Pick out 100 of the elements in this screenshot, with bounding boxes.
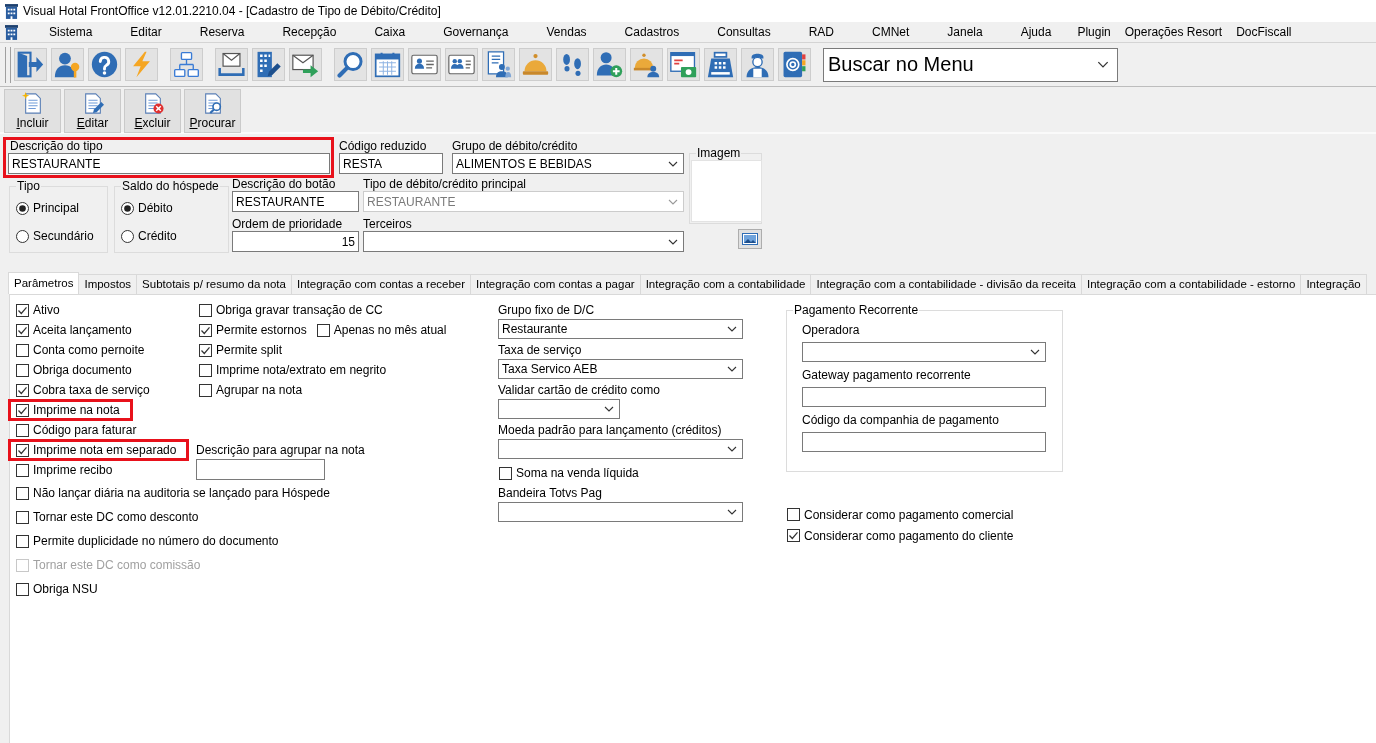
dropdown[interactable] [363,231,684,252]
dropdown[interactable]: Restaurante [498,319,743,339]
checkbox[interactable] [16,443,29,457]
checkbox[interactable] [787,529,800,542]
toolbar-button[interactable] [371,48,404,81]
checkbox[interactable] [16,534,29,548]
menu-item[interactable]: RAD [789,22,853,42]
dropdown[interactable] [498,439,743,459]
checkbox[interactable] [16,582,29,596]
checkbox[interactable] [16,323,29,337]
dropdown[interactable] [498,502,743,522]
checkbox[interactable] [16,510,29,524]
checkbox-label: Não lançar diária na auditoria se lançado para Hóspede [33,486,330,500]
menu-item[interactable]: DocFiscall [1229,22,1299,42]
checkbox[interactable] [199,363,212,377]
toolbar-button[interactable] [556,48,589,81]
checkbox-label: Permite duplicidade no número do documento [33,534,279,548]
toolbar-button[interactable] [630,48,663,81]
menu-item[interactable]: Governança [424,22,528,42]
menu-item[interactable]: Janela [928,22,1002,42]
text-field[interactable]: RESTAURANTE [232,191,359,212]
menu-search-combo[interactable]: Buscar no Menu [823,47,1118,82]
menu-item[interactable]: Operações Resort [1117,22,1230,42]
menu-item[interactable]: Editar [111,22,181,42]
checkbox-label: Obriga gravar transação de CC [216,303,383,317]
checkbox[interactable] [499,466,512,480]
checkbox-label: Permite estornos [216,323,307,337]
toolbar-button[interactable] [334,48,367,81]
toolbar-button[interactable] [445,48,478,81]
dropdown[interactable]: ALIMENTOS E BEBIDAS [452,153,684,174]
window-title: Visual Hotal FrontOffice v12.01.2210.04 - [Cadastro de Tipo de Débito/Crédito] [23,4,441,18]
field-label: Operadora [802,323,861,337]
toolbar-button[interactable] [252,48,285,81]
tab[interactable]: Parâmetros [8,272,80,294]
toolbar-button[interactable] [170,48,203,81]
grip-handle[interactable] [5,46,11,83]
text-field[interactable]: RESTAURANTE [8,153,330,174]
toolbar-button[interactable] [593,48,626,81]
checkbox[interactable] [16,363,29,377]
checkbox[interactable] [199,343,212,357]
action-button[interactable]: Excluir [124,89,181,133]
menu-item[interactable]: Plugin [1070,22,1118,42]
toolbar-button[interactable] [482,48,515,81]
toolbar-button[interactable] [741,48,774,81]
toolbar-button[interactable] [704,48,737,81]
text-field[interactable]: RESTA [339,153,443,174]
menu-item[interactable]: Consultas [698,22,790,42]
toolbar-button[interactable] [289,48,322,81]
radio-button[interactable] [16,229,29,243]
checkbox[interactable] [16,383,29,397]
checkbox[interactable] [16,486,29,500]
toolbar-button[interactable] [215,48,248,81]
menu-item[interactable]: Vendas [527,22,606,42]
menu-item[interactable]: Sistema [30,22,112,42]
menu-item[interactable]: Recepção [263,22,356,42]
toolbar-button[interactable] [88,48,121,81]
checkbox[interactable] [199,303,212,317]
text-field[interactable]: 15 [232,231,359,252]
image-button[interactable] [738,229,762,249]
menu-item[interactable]: Ajuda [1001,22,1071,42]
text-field[interactable] [802,432,1046,452]
radio-button[interactable] [121,201,134,215]
tab[interactable]: Integração [1300,274,1367,294]
checkbox[interactable] [316,323,330,337]
hotel-icon[interactable] [5,24,18,40]
checkbox[interactable] [787,508,800,521]
toolbar-button[interactable] [51,48,84,81]
action-button[interactable]: Procurar [184,89,241,133]
radio-button[interactable] [16,201,29,215]
text-field[interactable] [196,459,325,480]
toolbar-button[interactable] [778,48,811,81]
toolbar-button[interactable] [667,48,700,81]
radio-button[interactable] [121,229,134,243]
menu-item[interactable]: Cadastros [605,22,699,42]
checkbox[interactable] [16,463,29,477]
checkbox[interactable] [16,343,29,357]
action-button[interactable]: Editar [64,89,121,133]
action-button[interactable]: Incluir [4,89,61,133]
dropdown[interactable]: Taxa Servico AEB [498,359,743,379]
field-label: Taxa de serviço [498,343,582,357]
menu-item[interactable]: Caixa [355,22,425,42]
hotel-icon [5,3,18,19]
chevron-down-icon [727,326,737,332]
chevron-down-icon [1097,61,1109,68]
checkbox[interactable] [16,303,29,317]
field-label: Gateway pagamento recorrente [802,368,972,382]
checkbox[interactable] [199,383,212,397]
group-title: Pagamento Recorrente [793,303,920,317]
checkbox[interactable] [199,323,212,337]
dropdown[interactable] [498,399,620,419]
chevron-down-icon [727,509,737,515]
text-field[interactable] [802,387,1046,407]
toolbar-button[interactable] [408,48,441,81]
checkbox[interactable] [16,403,29,417]
toolbar-button[interactable] [14,48,47,81]
dropdown[interactable] [802,342,1046,362]
document-people-icon [485,51,512,78]
checkbox[interactable] [16,423,29,437]
menu-item[interactable]: CMNet [853,22,929,42]
menu-item[interactable]: Reserva [180,22,264,42]
